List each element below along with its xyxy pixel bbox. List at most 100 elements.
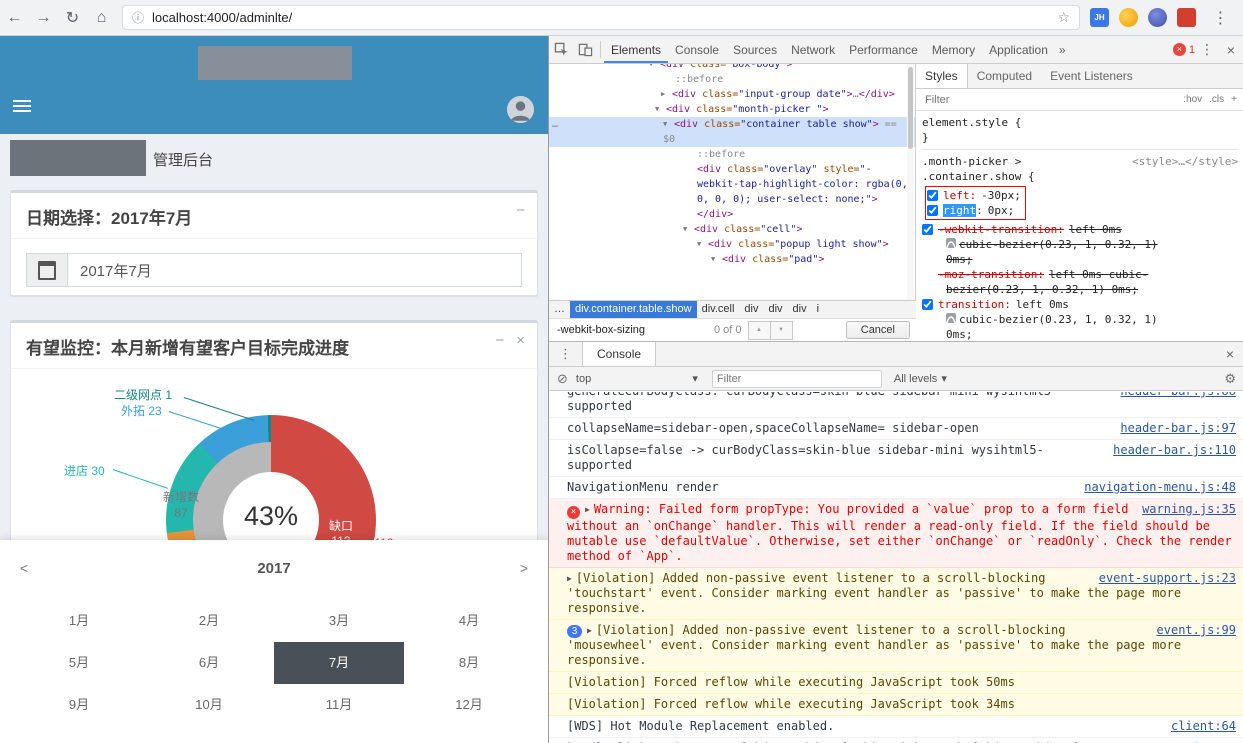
prop-checkbox[interactable] [927,205,938,216]
tab-sources[interactable]: Sources [726,37,784,63]
month-cell[interactable]: 8月 [404,642,534,684]
dom-node[interactable]: ▼ <div class="pad"> [549,252,915,267]
expand-icon[interactable]: ▶ [587,623,592,638]
source-link[interactable]: event.js:99 [1157,623,1236,638]
console-filter-input[interactable] [711,369,882,388]
dom-node[interactable]: <div class="overlay" style="-webkit-tap-… [549,162,915,222]
month-cell[interactable]: 2月 [144,600,274,642]
dom-pseudo-node[interactable]: ::before [549,147,915,162]
close-box-icon[interactable]: × [516,333,525,348]
tab-styles[interactable]: Styles [916,64,968,88]
breadcrumb-item-selected[interactable]: div.container.table.show [570,301,697,318]
month-cell[interactable]: 5月 [14,642,144,684]
dom-pseudo-node[interactable]: ::before [549,72,915,87]
more-tabs-icon[interactable]: » [1055,43,1070,57]
breadcrumb-item[interactable]: div [739,301,763,318]
back-icon[interactable]: ← [0,9,29,27]
breadcrumb-item[interactable]: div [788,301,812,318]
bezier-icon[interactable] [946,313,956,324]
next-year-button[interactable]: > [520,560,528,576]
info-icon[interactable]: ⓘ [132,9,144,26]
source-link[interactable]: client:64 [1171,719,1236,734]
drawer-menu-icon[interactable]: ⋮ [549,346,582,362]
toggle-class-button[interactable]: .cls [1209,94,1224,105]
context-selector[interactable]: top ▾ [576,372,698,386]
find-input[interactable] [555,323,707,337]
inspect-element-icon[interactable] [549,38,573,62]
prop-checkbox[interactable] [922,299,933,310]
tab-elements[interactable]: Elements [604,37,668,63]
tab-application[interactable]: Application [982,37,1055,63]
device-toolbar-icon[interactable] [573,38,597,62]
toggle-hover-button[interactable]: :hov [1183,94,1202,105]
bezier-icon[interactable] [946,238,956,249]
source-link[interactable]: header-bar.js:88 [1120,392,1236,399]
tab-console[interactable]: Console [668,37,726,63]
month-cell[interactable]: 11月 [274,684,404,726]
address-bar[interactable]: ⓘ localhost:4000/adminlte/ ☆ [122,5,1080,30]
month-cell[interactable]: 1月 [14,600,144,642]
source-link[interactable]: navigation-menu.js:48 [1084,480,1236,495]
css-prop-right[interactable]: right: 0px; [927,203,1021,218]
collapse-box-icon[interactable]: − [495,333,504,348]
breadcrumb-item[interactable]: div.cell [697,301,740,318]
dom-node[interactable]: ▼ <div class="month-picker "> [549,102,915,117]
collapse-box-icon[interactable]: − [516,203,525,218]
bookmark-star-icon[interactable]: ☆ [1057,9,1070,26]
browser-menu-icon[interactable]: ⋮ [1206,8,1235,28]
month-cell[interactable]: 12月 [404,684,534,726]
source-link[interactable]: warning.js:35 [1142,502,1236,517]
dom-node[interactable]: ▼ <div class="box-body"> [549,64,915,72]
style-source-link[interactable]: <style>…</style> [1132,154,1238,169]
month-cell[interactable]: 3月 [274,600,404,642]
source-link[interactable]: header-bar.js:110 [1113,443,1236,458]
month-input[interactable]: 2017年7月 [26,253,522,287]
extension-icon-4[interactable] [1177,8,1196,27]
tab-console-drawer[interactable]: Console [582,342,657,366]
tab-memory[interactable]: Memory [925,37,982,63]
url-text[interactable]: localhost:4000/adminlte/ [152,10,292,25]
find-cancel-button[interactable]: Cancel [845,321,910,339]
extension-icon-2[interactable] [1119,8,1138,27]
breadcrumb-overflow[interactable]: … [549,301,570,318]
month-cell[interactable]: 9月 [14,684,144,726]
extension-icon-3[interactable] [1148,8,1167,27]
css-prop-moz-transition[interactable]: -moz-transition: left 0ms cubic- bezier(0… [922,267,1238,297]
breadcrumb-item[interactable]: i [812,301,824,318]
dom-node-selected[interactable]: … ▼ <div class="container table show"> == … [549,117,915,147]
month-cell-selected[interactable]: 7月 [274,642,404,684]
css-prop-transition[interactable]: transition: left 0ms cubic-bezier(0.23, 1… [922,297,1238,341]
dom-node[interactable]: ▶ <div class="input-group date">…</div> [549,87,915,102]
tab-performance[interactable]: Performance [842,37,925,63]
log-level-selector[interactable]: All levels ▾ [894,372,947,386]
breadcrumb-item[interactable]: div [763,301,787,318]
month-cell[interactable]: 10月 [144,684,274,726]
reload-icon[interactable]: ↻ [58,8,87,28]
extension-icon-jh[interactable]: JH [1090,8,1109,27]
home-icon[interactable]: ⌂ [87,9,116,27]
clear-console-icon[interactable]: ⊘ [557,371,568,387]
styles-filter-input[interactable] [923,92,1177,107]
dom-node[interactable]: ▼ <div class="popup light show"> [549,237,915,252]
source-link[interactable]: event-support.js:23 [1099,571,1236,586]
new-rule-button[interactable]: + [1231,94,1237,105]
tab-event-listeners[interactable]: Event Listeners [1041,64,1142,88]
devtools-menu-icon[interactable]: ⋮ [1195,38,1219,62]
calendar-addon[interactable] [27,254,68,286]
user-avatar[interactable] [507,96,534,123]
console-settings-icon[interactable]: ⚙ [1224,371,1236,387]
error-count-badge[interactable]: × 1 [1172,43,1195,56]
devtools-close-icon[interactable]: × [1219,38,1243,62]
find-next-icon[interactable]: ▼ [769,320,793,340]
css-prop-webkit-transition[interactable]: -webkit-transition: left 0ms cubic-bezier… [922,222,1238,267]
month-cell[interactable]: 6月 [144,642,274,684]
css-prop-left[interactable]: left: -30px; [927,188,1021,203]
tab-computed[interactable]: Computed [968,64,1041,88]
month-cell[interactable]: 4月 [404,600,534,642]
prop-checkbox[interactable] [922,224,933,235]
scrollbar-thumb[interactable] [908,67,913,149]
drawer-close-icon[interactable]: × [1216,346,1243,362]
tab-network[interactable]: Network [784,37,842,63]
find-previous-icon[interactable]: ▲ [747,320,771,340]
elements-scrollbar[interactable] [907,64,914,300]
